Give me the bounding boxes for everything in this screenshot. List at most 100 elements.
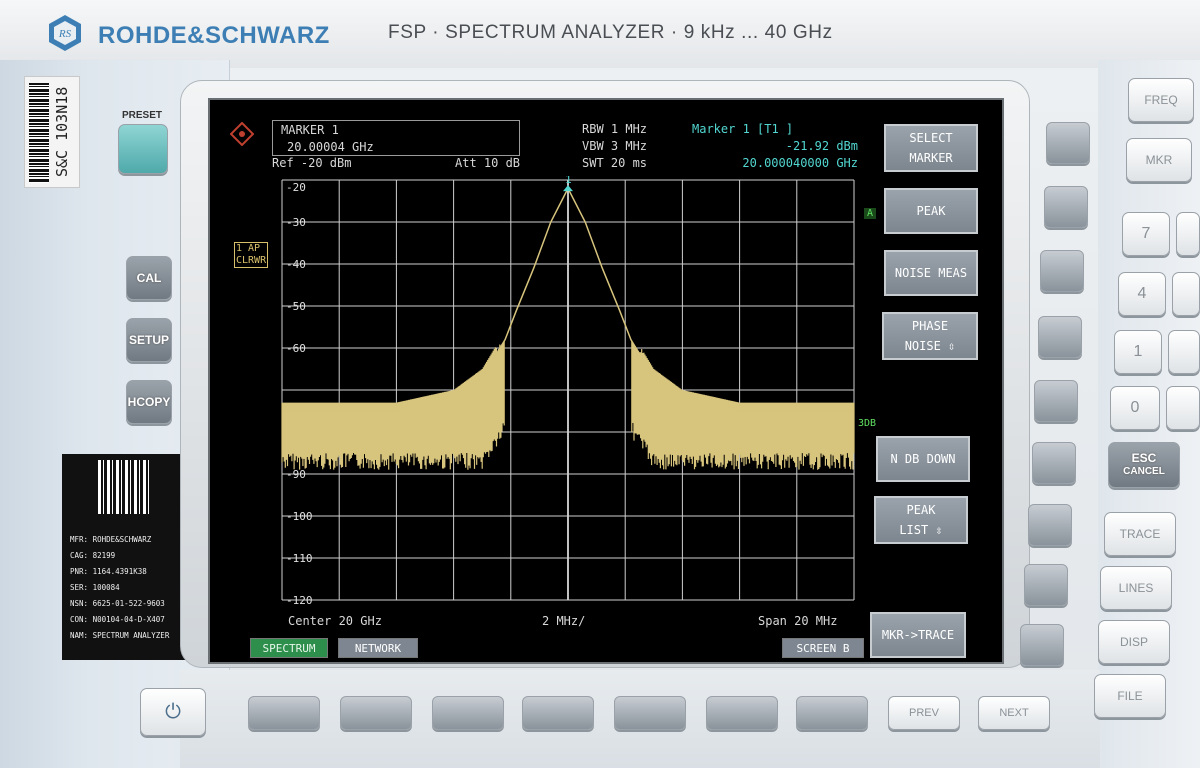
hw-softkey-4-button[interactable] — [1038, 316, 1082, 358]
rbw: RBW 1 MHz — [582, 122, 648, 136]
marker-level: -21.92 dBm — [785, 139, 858, 153]
nameplate-line: NAM: SPECTRUM ANALYZER — [70, 631, 170, 640]
hw-softkey-2-button[interactable] — [1044, 186, 1088, 228]
nameplate-line: NSN: 6625-01-522-9603 — [70, 599, 165, 608]
softkey-line: PEAK — [906, 503, 936, 517]
softkey-line: PHASE — [911, 319, 949, 333]
y-tick-label: -30 — [286, 216, 306, 229]
rs-screen-logo-icon — [229, 121, 255, 147]
y-tick-label: -40 — [286, 258, 306, 271]
y-tick-label: -20 — [286, 181, 306, 194]
model-title: FSP · SPECTRUM ANALYZER · 9 kHz ... 40 G… — [388, 22, 833, 43]
hw-softkey-9-button[interactable] — [1020, 624, 1064, 666]
file-button[interactable]: FILE — [1094, 674, 1166, 718]
trace-mode-line: 1 AP — [236, 243, 261, 254]
power-button[interactable]: ⏻ — [140, 688, 206, 736]
marker-info-box: MARKER 1 20.00004 GHz — [272, 120, 520, 156]
softkey-line: MKR->TRACE — [881, 628, 955, 642]
softkey-line: MARKER — [909, 151, 953, 165]
decimal-button-partial[interactable] — [1166, 386, 1200, 430]
y-tick-label: -90 — [286, 468, 306, 481]
softkey-line: NOISE ⇳ — [904, 339, 956, 353]
serial-number: S&C 103N18 — [53, 86, 71, 177]
hw-bottom-key-5-button[interactable] — [614, 696, 686, 730]
softkey-select-marker[interactable]: SELECT MARKER — [884, 124, 978, 172]
hw-softkey-8-button[interactable] — [1024, 564, 1068, 606]
y-tick-label: -50 — [286, 300, 306, 313]
hw-bottom-key-1-button[interactable] — [248, 696, 320, 730]
trace-button[interactable]: TRACE — [1104, 512, 1176, 556]
nameplate-line: SER: 100084 — [70, 583, 120, 592]
sweep-time: SWT 20 ms — [582, 156, 648, 170]
preset-button[interactable] — [118, 124, 168, 174]
center-frequency: Center 20 GHz — [288, 614, 382, 628]
prev-button[interactable]: PREV — [888, 696, 960, 730]
hw-bottom-key-3-button[interactable] — [432, 696, 504, 730]
hw-softkey-1-button[interactable] — [1046, 122, 1090, 164]
digit-0-button[interactable]: 0 — [1110, 386, 1160, 430]
barcode-icon — [29, 83, 49, 183]
y-tick-label: -60 — [286, 342, 306, 355]
freq-button[interactable]: FREQ — [1128, 78, 1194, 122]
vbw: VBW 3 MHz — [582, 139, 648, 153]
softkey-phase-noise[interactable]: PHASE NOISE ⇳ — [882, 312, 978, 360]
nameplate-line: CAG: 82199 — [70, 551, 116, 560]
digit-4-button[interactable]: 4 — [1118, 272, 1166, 316]
softkey-line: NOISE MEAS — [894, 266, 968, 280]
esc-label: ESC — [1131, 451, 1157, 465]
hw-bottom-key-2-button[interactable] — [340, 696, 412, 730]
preset-label: PRESET — [121, 110, 162, 121]
cal-button[interactable]: CAL — [126, 256, 172, 300]
setup-button[interactable]: SETUP — [126, 318, 172, 362]
attenuation: Att 10 dB — [455, 156, 521, 170]
peak-marker-label: 1 — [565, 176, 572, 186]
svg-text:RS: RS — [58, 28, 72, 40]
hcopy-button[interactable]: HCOPY — [126, 380, 172, 424]
hw-softkey-5-button[interactable] — [1034, 380, 1078, 422]
cancel-label: CANCEL — [1123, 466, 1165, 477]
digit-7-button[interactable]: 7 — [1122, 212, 1170, 256]
y-tick-label: -120 — [286, 594, 313, 607]
trace-mode-line: CLRWR — [236, 255, 267, 266]
y-tick-label: -110 — [286, 552, 313, 565]
datamatrix-code-icon — [98, 460, 152, 514]
span: Span 20 MHz — [758, 614, 838, 628]
digit-2-button-partial[interactable] — [1168, 330, 1200, 374]
softkey-peak-list[interactable]: PEAK LIST ⇳ — [874, 496, 968, 544]
softkey-line: PEAK — [916, 204, 946, 218]
y-tick-label: -100 — [286, 510, 313, 523]
digit-8-button-partial[interactable] — [1176, 212, 1200, 256]
esc-cancel-button[interactable]: ESC CANCEL — [1108, 442, 1180, 488]
softkey-peak[interactable]: PEAK — [884, 188, 978, 234]
softkey-line: LIST ⇳ — [899, 523, 943, 537]
side-flag-a: A — [864, 208, 877, 219]
marker-label: Marker 1 [T1 ] — [692, 122, 794, 136]
tab-screen-b[interactable]: SCREEN B — [782, 638, 864, 658]
lines-button[interactable]: LINES — [1100, 566, 1172, 610]
brand-name: ROHDE&SCHWARZ — [98, 22, 330, 49]
rohde-schwarz-logo-icon: RS — [49, 15, 81, 51]
hw-softkey-6-button[interactable] — [1032, 442, 1076, 484]
tab-spectrum[interactable]: SPECTRUM — [250, 638, 328, 658]
softkey-line: N DB DOWN — [890, 452, 956, 466]
digit-1-button[interactable]: 1 — [1114, 330, 1162, 374]
nameplate-line: CON: N00104-04-D-X407 — [70, 615, 165, 624]
softkey-mkr-to-trace[interactable]: MKR->TRACE — [870, 612, 966, 658]
softkey-noise-meas[interactable]: NOISE MEAS — [884, 250, 978, 296]
serial-sticker: S&C 103N18 — [24, 76, 80, 188]
hw-bottom-key-7-button[interactable] — [796, 696, 868, 730]
softkey-n-db-down[interactable]: N DB DOWN — [876, 436, 970, 482]
mkr-button[interactable]: MKR — [1126, 138, 1192, 182]
hw-softkey-7-button[interactable] — [1028, 504, 1072, 546]
tab-network[interactable]: NETWORK — [338, 638, 418, 658]
hw-bottom-key-4-button[interactable] — [522, 696, 594, 730]
power-icon: ⏻ — [165, 700, 181, 723]
analyzer-display: MARKER 1 20.00004 GHz Ref -20 dBm Att 10… — [208, 98, 1004, 664]
digit-5-button-partial[interactable] — [1172, 272, 1200, 316]
nameplate-line: MFR: ROHDE&SCHWARZ — [70, 535, 152, 544]
hw-bottom-key-6-button[interactable] — [706, 696, 778, 730]
hw-softkey-3-button[interactable] — [1040, 250, 1084, 292]
disp-button[interactable]: DISP — [1098, 620, 1170, 664]
next-button[interactable]: NEXT — [978, 696, 1050, 730]
frequency-per-division: 2 MHz/ — [542, 614, 586, 628]
